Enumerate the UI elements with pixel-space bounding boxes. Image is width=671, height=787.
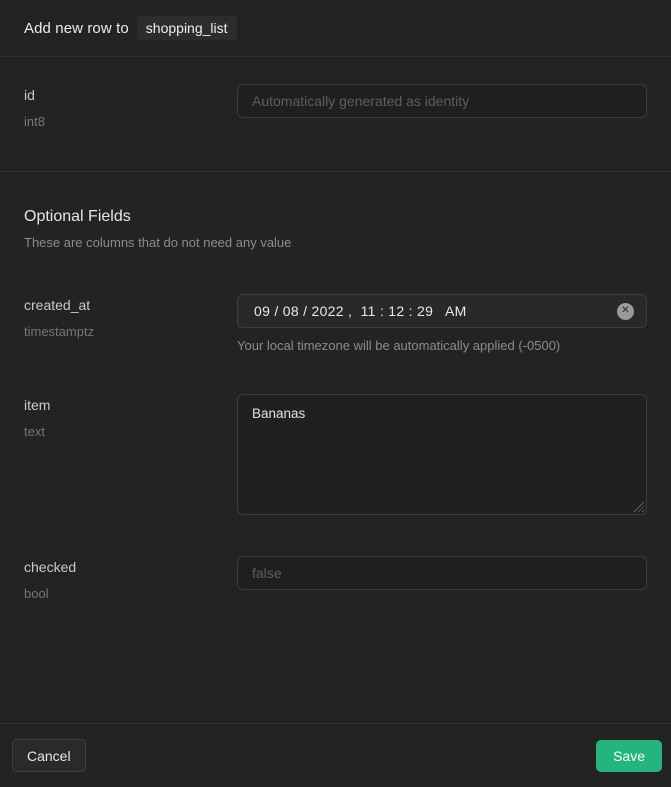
field-row-id: id int8 bbox=[24, 84, 647, 129]
field-row-created-at: created_at timestamptz 09 / 08 / 2022 , … bbox=[24, 294, 647, 353]
field-type-checked: bool bbox=[24, 586, 237, 601]
add-row-drawer: Add new row to shopping_list id int8 Opt… bbox=[0, 0, 671, 787]
field-row-item: item text Bananas bbox=[24, 394, 647, 515]
field-type-id: int8 bbox=[24, 114, 237, 129]
save-button[interactable]: Save bbox=[596, 740, 662, 772]
optional-fields-section: Optional Fields These are columns that d… bbox=[0, 172, 671, 601]
clear-datetime-icon[interactable]: ✕ bbox=[617, 303, 634, 320]
item-textarea[interactable]: Bananas bbox=[237, 394, 647, 515]
required-fields-section: id int8 bbox=[0, 57, 671, 172]
field-type-created-at: timestamptz bbox=[24, 324, 237, 339]
field-row-checked: checked bool bbox=[24, 556, 647, 601]
timezone-helper-text: Your local timezone will be automaticall… bbox=[237, 338, 647, 353]
field-name-item: item bbox=[24, 397, 237, 413]
field-name-id: id bbox=[24, 87, 237, 103]
drawer-footer: Cancel Save bbox=[0, 723, 671, 787]
cancel-button[interactable]: Cancel bbox=[12, 739, 86, 772]
created-at-datetime-input[interactable]: 09 / 08 / 2022 , 11 : 12 : 29 AM ✕ bbox=[237, 294, 647, 328]
field-name-checked: checked bbox=[24, 559, 237, 575]
drawer-title: Add new row to bbox=[24, 20, 129, 37]
field-name-created-at: created_at bbox=[24, 297, 237, 313]
id-input[interactable] bbox=[237, 84, 647, 118]
optional-fields-subheading: These are columns that do not need any v… bbox=[24, 235, 647, 250]
checked-input[interactable] bbox=[237, 556, 647, 590]
field-type-item: text bbox=[24, 424, 237, 439]
table-name-badge: shopping_list bbox=[137, 16, 237, 41]
created-at-value[interactable]: 09 / 08 / 2022 , 11 : 12 : 29 AM bbox=[254, 303, 617, 319]
optional-fields-heading: Optional Fields bbox=[24, 208, 647, 226]
drawer-header: Add new row to shopping_list bbox=[0, 0, 671, 57]
